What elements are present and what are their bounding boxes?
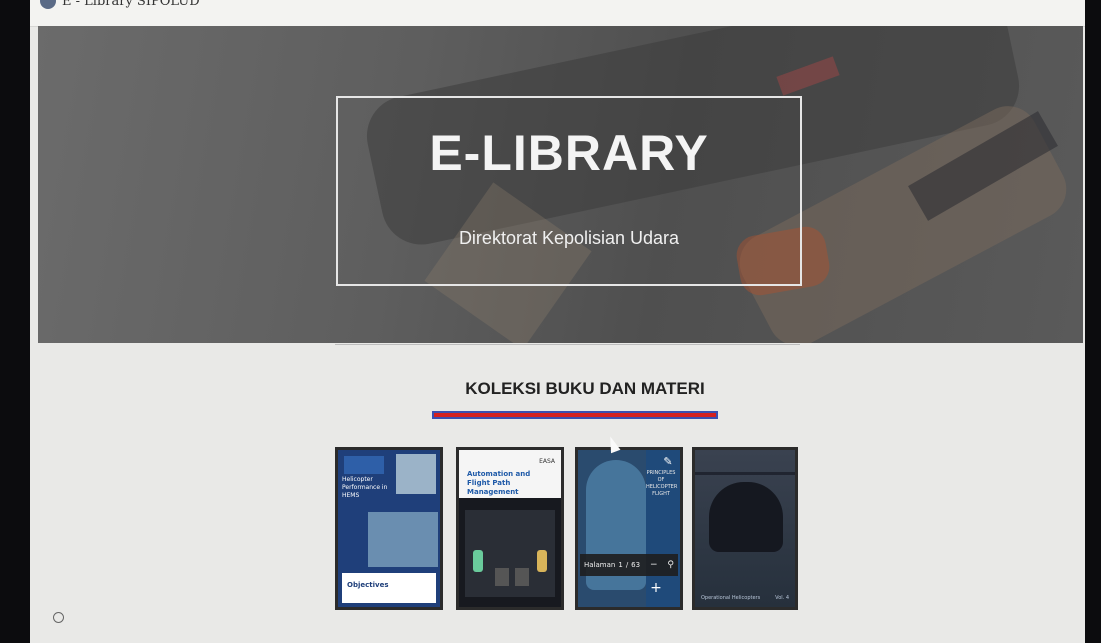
zoom-in-icon[interactable]: ⚲: [667, 560, 674, 570]
book-page: Vol. 4: [775, 595, 789, 601]
book-card[interactable]: PRINCIPLES OF HELICOPTER FLIGHT ✎ Halama…: [575, 447, 683, 610]
book-card[interactable]: Automation and Flight Path Management EA…: [456, 447, 564, 610]
helicopter-image: [709, 482, 783, 552]
book-caption: Operational Helicopters: [701, 595, 761, 601]
book-title: Helicopter Performance in HEMS: [342, 476, 388, 499]
hero-title-box: E-LIBRARY Direktorat Kepolisian Udara: [336, 96, 802, 286]
page-total: 63: [631, 561, 641, 569]
book-title: PRINCIPLES OF HELICOPTER FLIGHT: [646, 470, 678, 497]
hero-banner: E-LIBRARY Direktorat Kepolisian Udara: [38, 26, 1083, 343]
book-cover-photo: [368, 512, 438, 567]
cockpit-image: [465, 510, 555, 597]
book-publisher-logo: EASA: [539, 458, 555, 465]
info-icon[interactable]: [53, 612, 64, 623]
helicopter-rotor: [695, 472, 795, 475]
title-underline: [432, 411, 718, 419]
top-navbar: E - Library SIPOLUD: [30, 0, 1085, 27]
hero-subtitle: Direktorat Kepolisian Udara: [458, 228, 680, 248]
book-cover-header: Automation and Flight Path Management EA…: [459, 450, 561, 498]
logo-icon: [40, 0, 56, 9]
brand[interactable]: E - Library SIPOLUD: [40, 0, 200, 9]
page-label: Halaman: [584, 561, 616, 569]
zoom-out-icon[interactable]: −: [650, 560, 658, 570]
gauge-icon: [537, 550, 547, 572]
book-publisher-logo: [344, 456, 384, 474]
book-title: Automation and Flight Path Management: [467, 470, 531, 497]
section-title: KOLEKSI BUKU DAN MATERI: [465, 379, 705, 398]
hero-title: E-LIBRARY: [429, 125, 709, 181]
edit-icon[interactable]: ✎: [662, 456, 674, 468]
book-card[interactable]: Operational Helicopters Vol. 4: [692, 447, 798, 610]
book-section: Objectives: [342, 573, 436, 603]
section-divider: [335, 344, 800, 345]
gauge-icon: [515, 568, 529, 586]
plus-icon[interactable]: +: [648, 580, 664, 596]
gauge-icon: [495, 568, 509, 586]
page-current-input[interactable]: 1: [618, 561, 622, 569]
brand-text: E - Library SIPOLUD: [62, 0, 200, 9]
page-separator: /: [625, 561, 629, 569]
book-card[interactable]: Helicopter Performance in HEMS Objective…: [335, 447, 443, 610]
gauge-icon: [473, 550, 483, 572]
book-section-label: Objectives: [347, 581, 389, 589]
book-cover-photo: [396, 454, 436, 494]
browser-window: E - Library SIPOLUD E-LIBRARY Direktorat…: [30, 0, 1085, 643]
page-navigator: Halaman 1 / 63 − ⚲: [580, 554, 678, 576]
